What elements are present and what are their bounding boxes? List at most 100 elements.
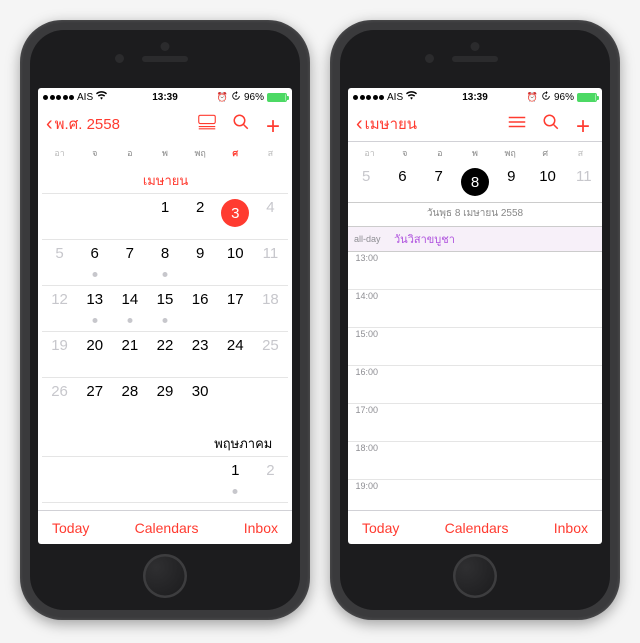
view-toggle-button[interactable] xyxy=(508,113,526,134)
calendar-day-cell[interactable]: 8 xyxy=(218,502,253,510)
week-strip-day[interactable]: 5 xyxy=(348,166,384,198)
home-button[interactable] xyxy=(143,554,187,598)
search-button[interactable] xyxy=(232,113,250,134)
add-event-button[interactable]: + xyxy=(266,115,284,133)
calendar-day-cell[interactable]: 28 xyxy=(112,377,147,423)
carrier-label: AIS xyxy=(387,92,403,103)
hour-row[interactable]: 13:00 xyxy=(348,252,602,290)
calendar-day-cell[interactable]: 30 xyxy=(183,377,218,423)
calendar-day-cell[interactable]: 24 xyxy=(218,331,253,377)
week-strip-day[interactable]: 9 xyxy=(493,166,529,198)
hour-row[interactable]: 14:00 xyxy=(348,290,602,328)
week-strip-day[interactable]: 7 xyxy=(421,166,457,198)
back-button[interactable]: ‹ พ.ศ. 2558 xyxy=(46,112,120,136)
rotation-lock-icon xyxy=(541,91,551,104)
calendar-day-cell[interactable]: 15 xyxy=(147,285,182,331)
calendar-day-cell[interactable]: 18 xyxy=(253,285,288,331)
calendar-day-cell[interactable]: 23 xyxy=(183,331,218,377)
month-label: เมษายน xyxy=(42,166,288,193)
calendar-day-cell xyxy=(42,456,77,502)
calendar-day-cell[interactable]: 13 xyxy=(77,285,112,331)
hour-list[interactable]: 13:0014:0015:0016:0017:0018:0019:0020:00… xyxy=(348,252,602,510)
calendar-day-cell[interactable]: 11 xyxy=(253,239,288,285)
calendar-day-cell xyxy=(77,456,112,502)
alarm-icon: ⏰ xyxy=(527,92,538,103)
screen: AIS 13:39 ⏰ 96% ‹ xyxy=(38,88,292,544)
calendar-day-cell[interactable]: 1 xyxy=(218,456,253,502)
toolbar: Today Calendars Inbox xyxy=(348,510,602,544)
calendar-day-cell[interactable]: 8 xyxy=(147,239,182,285)
home-button[interactable] xyxy=(453,554,497,598)
calendar-day-cell[interactable]: 3 xyxy=(218,193,253,239)
calendar-day-cell[interactable]: 1 xyxy=(147,193,182,239)
weekday-label: พฤ xyxy=(183,144,218,162)
inbox-button[interactable]: Inbox xyxy=(244,520,278,536)
calendar-day-cell[interactable]: 17 xyxy=(218,285,253,331)
hour-row[interactable]: 19:00 xyxy=(348,480,602,510)
weekday-label: ส xyxy=(253,144,288,162)
today-button[interactable]: Today xyxy=(52,520,89,536)
hour-label: 15:00 xyxy=(348,328,382,339)
calendar-day-cell[interactable]: 19 xyxy=(42,331,77,377)
hour-row[interactable]: 16:00 xyxy=(348,366,602,404)
week-strip-day[interactable]: 10 xyxy=(529,166,565,198)
calendar-day-cell[interactable]: 2 xyxy=(253,456,288,502)
weekday-label: ส xyxy=(563,144,598,162)
weekday-label: อา xyxy=(42,144,77,162)
all-day-label: all-day xyxy=(354,234,388,244)
all-day-row[interactable]: all-day วันวิสาขบูชา xyxy=(348,227,602,252)
calendar-day-cell[interactable]: 21 xyxy=(112,331,147,377)
weekday-header: อาจอพพฤศส xyxy=(348,142,602,166)
calendar-day-cell xyxy=(112,193,147,239)
calendar-day-cell[interactable]: 26 xyxy=(42,377,77,423)
calendars-button[interactable]: Calendars xyxy=(135,520,199,536)
week-strip-day[interactable]: 8 xyxy=(457,166,493,198)
calendar-day-cell[interactable]: 4 xyxy=(77,502,112,510)
calendar-day-cell[interactable]: 29 xyxy=(147,377,182,423)
phone-month-view: AIS 13:39 ⏰ 96% ‹ xyxy=(20,20,310,620)
hour-row[interactable]: 17:00 xyxy=(348,404,602,442)
hour-label: 19:00 xyxy=(348,480,382,491)
calendar-day-cell[interactable]: 22 xyxy=(147,331,182,377)
add-event-button[interactable]: + xyxy=(576,115,594,133)
battery-icon xyxy=(577,93,597,102)
calendar-day-cell[interactable]: 7 xyxy=(183,502,218,510)
calendar-day-cell[interactable]: 14 xyxy=(112,285,147,331)
calendar-day-cell[interactable]: 5 xyxy=(42,239,77,285)
view-toggle-button[interactable] xyxy=(198,113,216,134)
calendar-day-cell[interactable]: 9 xyxy=(183,239,218,285)
wifi-icon xyxy=(96,91,107,103)
calendar-day-cell[interactable]: 3 xyxy=(42,502,77,510)
inbox-button[interactable]: Inbox xyxy=(554,520,588,536)
calendar-day-cell[interactable]: 4 xyxy=(253,193,288,239)
back-button[interactable]: ‹ เมษายน xyxy=(356,112,417,136)
today-button[interactable]: Today xyxy=(362,520,399,536)
calendar-day-cell[interactable]: 9 xyxy=(253,502,288,510)
calendar-day-cell[interactable]: 5 xyxy=(112,502,147,510)
calendar-day-cell[interactable]: 7 xyxy=(112,239,147,285)
calendar-day-cell[interactable]: 27 xyxy=(77,377,112,423)
weekday-label: พฤ xyxy=(493,144,528,162)
hour-row[interactable]: 15:00 xyxy=(348,328,602,366)
toolbar: Today Calendars Inbox xyxy=(38,510,292,544)
calendar-day-cell[interactable]: 10 xyxy=(218,239,253,285)
calendar-day-cell[interactable]: 6 xyxy=(147,502,182,510)
calendar-day-cell[interactable]: 16 xyxy=(183,285,218,331)
hour-row[interactable]: 18:00 xyxy=(348,442,602,480)
calendar-day-cell[interactable]: 25 xyxy=(253,331,288,377)
month-scroll[interactable]: เมษายน 123456789101112131415161718192021… xyxy=(38,166,292,510)
next-month-label: พฤษภาคม xyxy=(42,423,288,456)
week-strip: 567891011 xyxy=(348,166,602,203)
wifi-icon xyxy=(406,91,417,103)
week-strip-day[interactable]: 6 xyxy=(384,166,420,198)
calendar-day-cell[interactable]: 6 xyxy=(77,239,112,285)
week-strip-day[interactable]: 11 xyxy=(566,166,602,198)
calendar-day-cell[interactable]: 12 xyxy=(42,285,77,331)
calendar-day-cell[interactable]: 20 xyxy=(77,331,112,377)
calendar-day-cell[interactable]: 2 xyxy=(183,193,218,239)
next-month-grid: 12 3456789 xyxy=(42,456,288,510)
calendar-day-cell xyxy=(253,377,288,423)
calendars-button[interactable]: Calendars xyxy=(445,520,509,536)
calendar-day-cell xyxy=(42,193,77,239)
search-button[interactable] xyxy=(542,113,560,134)
